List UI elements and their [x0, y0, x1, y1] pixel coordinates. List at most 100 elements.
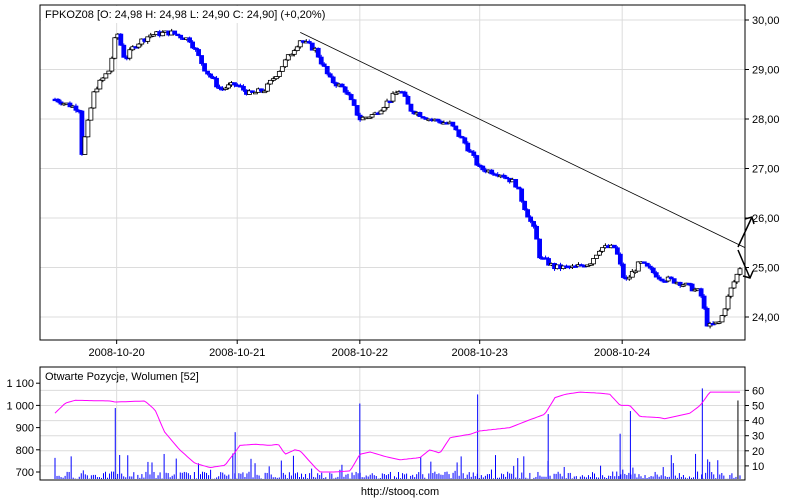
candle-body [106, 70, 112, 75]
candle-body [88, 107, 94, 121]
candle-body [381, 107, 387, 112]
candle-body [734, 273, 740, 283]
x-tick-label: 2008-10-21 [209, 347, 265, 359]
candle-body [291, 50, 297, 55]
date-axis: 2008-10-20 2008-10-21 2008-10-22 2008-10-23… [89, 340, 650, 359]
candle-body [614, 247, 620, 255]
candle-body [202, 63, 207, 72]
candle-body [279, 66, 285, 72]
x-tick-label: 2008-10-20 [89, 347, 145, 359]
candle-body [617, 253, 623, 265]
candle-body [531, 221, 537, 227]
trendline [300, 32, 746, 249]
candle-body [73, 105, 79, 111]
candle-body [118, 33, 124, 46]
candle-body [354, 105, 360, 116]
candle-body [94, 88, 100, 93]
candle-body [471, 151, 477, 156]
candle-body [91, 91, 97, 109]
candle-body [205, 70, 210, 75]
volume-title: Otwarte Pozycje, Wolumen [52] [45, 371, 199, 383]
x-tick-label: 2008-10-24 [594, 347, 650, 359]
candle-body [722, 308, 728, 316]
candle-body [728, 287, 734, 297]
candle-body [597, 250, 602, 256]
left-tick-label: 700 [16, 467, 34, 479]
candle-body [650, 267, 656, 274]
candle-body [462, 137, 468, 144]
right-tick-label: 60 [752, 385, 764, 397]
candle-body [537, 238, 542, 259]
volume-panel-frame [39, 366, 746, 481]
chart-window: FPKOZ08 [O: 24,98 H: 24,98 L: 24,90 C: 2… [0, 0, 800, 500]
right-tick-label: 10 [752, 461, 764, 473]
candle-body [378, 110, 384, 115]
x-tick-label: 2008-10-23 [452, 347, 508, 359]
price-candles [52, 28, 743, 329]
right-tick-label: 20 [752, 446, 764, 458]
candle-body [600, 247, 605, 252]
y-tick-label: 25,00 [752, 263, 780, 275]
candle-body [731, 281, 737, 289]
candle-body [294, 46, 300, 51]
candle-body [112, 37, 118, 59]
candle-body [719, 315, 725, 323]
candle-body [267, 79, 273, 85]
candle-body [208, 73, 213, 78]
candle-body [402, 91, 408, 97]
candle-body [489, 169, 495, 175]
candle-body [698, 288, 704, 297]
candle-body [276, 71, 282, 77]
candle-body [453, 125, 459, 131]
y-tick-label: 28,00 [752, 114, 780, 126]
right-tick-label: 40 [752, 416, 764, 428]
candle-body [450, 121, 456, 127]
candle-body [408, 103, 414, 112]
candle-body [196, 49, 201, 56]
y-tick-label: 29,00 [752, 65, 780, 77]
open-interest-axis: 1 100 1 000 900 800 700 [6, 378, 40, 479]
candle-body [519, 188, 525, 202]
candle-body [145, 36, 151, 42]
candle-body [737, 268, 743, 275]
candle-body [315, 47, 321, 58]
price-title: FPKOZ08 [O: 24,98 H: 24,98 L: 24,90 C: 2… [45, 9, 325, 21]
left-tick-label: 1 100 [6, 378, 34, 390]
candle-body [474, 155, 480, 166]
candle-body [465, 142, 471, 152]
candle-body [226, 84, 231, 89]
candle-body [522, 200, 528, 211]
right-tick-label: 50 [752, 401, 764, 413]
candle-body [264, 83, 270, 92]
candle-body [644, 262, 650, 267]
candle-body [214, 77, 219, 88]
candle-body [172, 30, 178, 35]
candle-body [282, 59, 288, 68]
candle-body [199, 55, 204, 64]
candle-body [351, 99, 357, 106]
candle-body [136, 43, 142, 48]
candle-body [534, 225, 539, 240]
candle-body [103, 73, 109, 79]
candle-body [591, 258, 596, 265]
price-grid [40, 5, 745, 480]
left-tick-label: 900 [16, 423, 34, 435]
candle-body [725, 295, 731, 310]
candle-body [318, 56, 324, 65]
candle-body [594, 254, 599, 259]
candle-body [190, 41, 195, 49]
open-interest-line [54, 391, 740, 473]
footer-link[interactable]: http://stooq.com [361, 486, 439, 498]
candle-body [187, 37, 193, 43]
candle-body [348, 94, 354, 101]
candle-body [330, 76, 336, 84]
candle-body [121, 44, 127, 58]
candle-body [82, 136, 88, 155]
candle-body [85, 119, 91, 138]
y-tick-label: 26,00 [752, 213, 780, 225]
y-tick-label: 24,00 [752, 312, 780, 324]
candle-body [127, 49, 133, 59]
candle-body [241, 85, 246, 91]
x-tick-label: 2008-10-22 [332, 347, 388, 359]
candle-body [342, 86, 348, 93]
